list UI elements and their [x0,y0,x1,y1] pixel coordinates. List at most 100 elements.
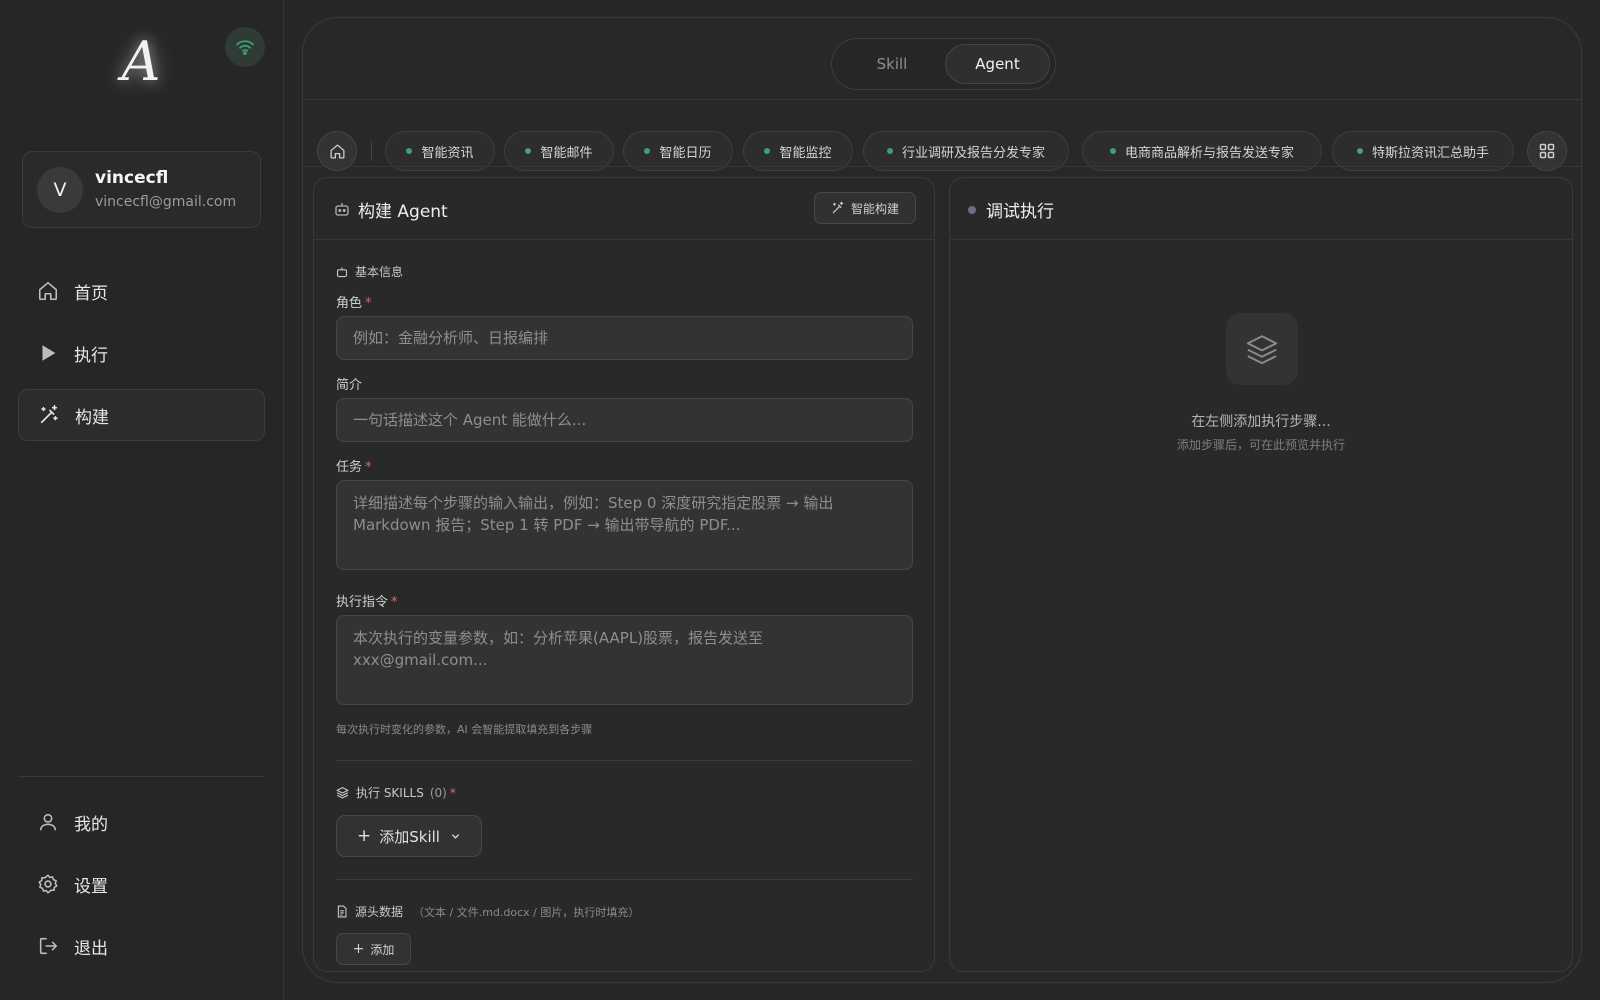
layers-icon [1226,313,1298,385]
nav-item-label: 构建 [75,407,109,428]
task-textarea[interactable]: 详细描述每个步骤的输入输出，例如：Step 0 深度研究指定股票 → 输出 Ma… [336,480,913,570]
nav-item-home[interactable]: 首页 [18,265,265,317]
smart-build-button[interactable]: 智能构建 [814,192,916,224]
grid-view-button[interactable] [1527,131,1567,171]
robot-icon [335,203,349,216]
panel-title: 构建 Agent [358,202,448,222]
nav-item-execute[interactable]: 执行 [18,327,265,379]
layers-icon [336,787,349,799]
chip-agent[interactable]: 智能日历 [623,131,733,171]
chip-agent[interactable]: 智能监控 [743,131,853,171]
debug-panel: 调试执行 在左侧添加执行步骤... 添加步骤后，可在此预览并执行 [949,177,1573,972]
skills-count: (0) [429,785,447,800]
required-mark: * [391,595,398,610]
plus-icon: + [352,941,365,957]
smart-build-label: 智能构建 [850,201,899,216]
chip-agent[interactable]: 智能邮件 [504,131,614,171]
intro-input[interactable]: 一句话描述这个 Agent 能做什么... [336,398,913,442]
basic-info-header: 基本信息 [336,263,403,280]
required-mark: * [449,785,456,800]
nav-item-label: 执行 [74,345,108,366]
chip-label: 电商商品解析与报告发送专家 [1124,145,1294,161]
chip-label: 特斯拉资讯汇总助手 [1371,145,1489,161]
chip-agent[interactable]: 行业调研及报告分发专家 [863,131,1069,171]
panel-title: 调试执行 [986,202,1054,222]
status-dot [406,148,413,154]
required-mark: * [365,296,372,311]
skills-header: 执行 SKILLS (0) * [336,784,456,801]
agent-chips-row: 智能资讯 智能邮件 智能日历 智能监控 行业调研及报告分发专家 电商商品解析与报… [303,111,1581,181]
add-skill-button[interactable]: + 添加Skill [336,815,482,857]
add-source-button[interactable]: + 添加 [336,933,411,965]
header-divider [303,99,1581,100]
add-source-label: 添加 [370,942,395,957]
chip-agent[interactable]: 智能资讯 [385,131,495,171]
user-email: vincecfl@gmail.com [95,194,237,210]
chevron-down-icon [452,833,459,839]
sidebar: A V vincecfl vincecfl@gmail.com 首页 执行 构建 [0,0,284,1000]
main-panel: Skill Agent 智能资讯 智能邮件 智能日历 智能监控 行业调研及报告分… [302,17,1582,983]
gear-icon [36,872,60,896]
chips-divider [303,166,1581,167]
logout-icon [36,934,60,958]
document-icon [337,905,347,918]
task-label: 任务 * [336,456,372,475]
nav-item-settings[interactable]: 设置 [18,858,265,910]
section-divider [336,879,913,880]
user-card[interactable]: V vincecfl vincecfl@gmail.com [22,151,261,228]
nav-item-logout[interactable]: 退出 [18,920,265,972]
nav-item-label: 首页 [74,283,108,304]
required-mark: * [365,460,372,475]
role-label-text: 角色 [336,296,363,311]
empty-state-subtitle: 添加步骤后，可在此预览并执行 [1176,438,1345,452]
role-input[interactable]: 例如：金融分析师、日报编排 [336,316,913,360]
nav-item-build[interactable]: 构建 [18,389,265,441]
section-divider [336,760,913,761]
sidebar-divider [18,776,265,777]
status-dot [886,148,893,154]
home-icon [329,143,345,159]
chip-agent[interactable]: 电商商品解析与报告发送专家 [1082,131,1322,171]
magic-wand-icon [37,403,61,427]
toggle-skill[interactable]: Skill [840,44,944,84]
connection-status-button[interactable] [225,27,265,67]
chip-agent[interactable]: 特斯拉资讯汇总助手 [1332,131,1514,171]
basic-info-label: 基本信息 [355,265,404,279]
role-placeholder: 例如：金融分析师、日报编排 [353,329,549,347]
chip-label: 智能日历 [659,145,712,161]
add-skill-label: 添加Skill [379,827,440,846]
robot-icon [336,267,348,277]
grid-icon [1539,143,1555,159]
status-dot [644,148,651,154]
task-placeholder: 详细描述每个步骤的输入输出，例如：Step 0 深度研究指定股票 → 输出 Ma… [353,494,834,534]
chip-label: 行业调研及报告分发专家 [901,145,1045,161]
chip-label: 智能监控 [779,145,832,161]
home-chip-button[interactable] [317,131,357,171]
chip-separator [371,141,372,161]
empty-state-title: 在左侧添加执行步骤... [1191,414,1331,430]
play-icon [36,341,60,365]
mode-toggle: Skill Agent [831,38,1056,90]
status-dot [764,148,771,154]
nav-item-label: 我的 [74,814,108,835]
plus-icon: + [357,826,372,846]
user-name: vincecfl [95,168,169,188]
status-dot [1356,148,1363,154]
user-icon [36,810,60,834]
panel-header: 构建 Agent 智能构建 [314,178,934,240]
panel-header: 调试执行 [950,178,1572,240]
status-dot [1109,148,1116,154]
home-icon [36,279,60,303]
source-data-note: （文本 / 文件.md.docx / 图片，执行时填充） [413,905,640,919]
skills-label: 执行 SKILLS [356,786,424,800]
magic-wand-icon [832,201,844,214]
toggle-agent[interactable]: Agent [945,44,1050,84]
status-dot [968,206,976,214]
wifi-icon [236,40,254,55]
source-data-label: 源头数据 [355,905,404,919]
intro-label: 简介 [336,378,363,393]
avatar: V [37,167,83,213]
command-textarea[interactable]: 本次执行的变量参数，如：分析苹果(AAPL)股票，报告发送至 xxx@gmail… [336,615,913,705]
nav-item-profile[interactable]: 我的 [18,796,265,848]
command-label-text: 执行指令 [336,595,389,610]
